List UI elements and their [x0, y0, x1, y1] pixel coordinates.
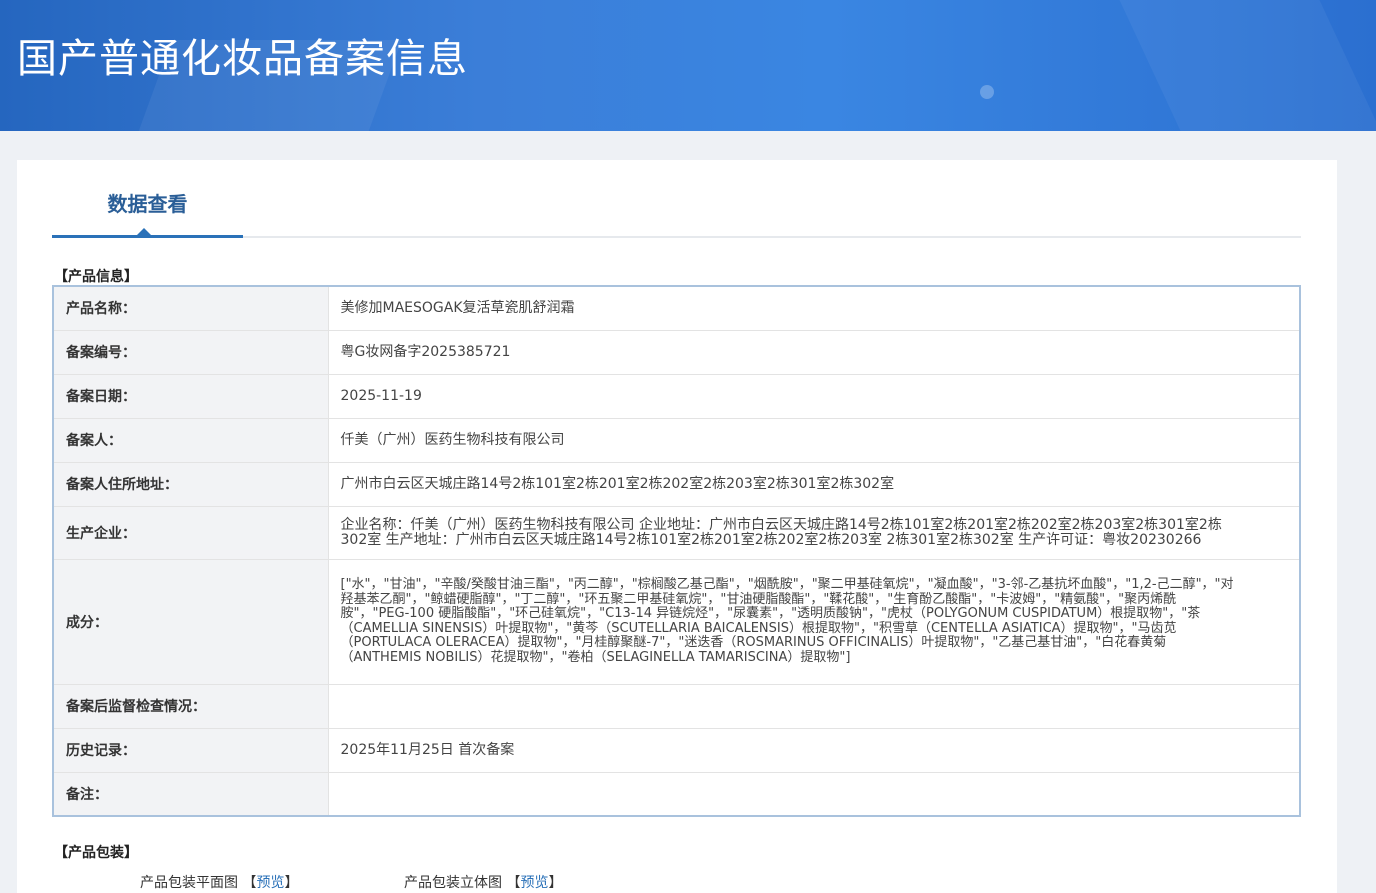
tab-data-view[interactable]: 数据查看: [52, 160, 243, 238]
field-value: 粤G妆网备字2025385721: [327, 329, 1301, 375]
field-label: 生产企业：: [52, 505, 329, 560]
table-row: 备案日期： 2025-11-19: [52, 373, 1301, 419]
package-flat-item: 产品包装平面图 【预览】: [140, 872, 298, 892]
field-label: 备注：: [52, 771, 329, 817]
table-row: 备注：: [52, 771, 1301, 817]
banner-decoration: [980, 85, 994, 99]
field-label: 备案后监督检查情况：: [52, 683, 329, 729]
package-solid-label: 产品包装立体图: [404, 875, 502, 891]
table-row: 备案编号： 粤G妆网备字2025385721: [52, 329, 1301, 375]
tab-bar: 数据查看: [52, 160, 1301, 238]
tab-caret-icon: [137, 228, 151, 235]
bracket-open: 【: [506, 875, 521, 891]
table-row: 备案后监督检查情况：: [52, 683, 1301, 729]
field-label: 成分：: [52, 558, 329, 685]
package-solid-item: 产品包装立体图 【预览】: [404, 872, 562, 892]
table-row: 成分： ["水"，"甘油"，"辛酸/癸酸甘油三酯"，"丙二醇"，"棕榈酸乙基己酯…: [52, 558, 1301, 685]
field-label: 备案人：: [52, 417, 329, 463]
field-value: ["水"，"甘油"，"辛酸/癸酸甘油三酯"，"丙二醇"，"棕榈酸乙基己酯"，"烟…: [327, 558, 1301, 685]
tab-label: 数据查看: [107, 192, 188, 216]
page-title: 国产普通化妆品备案信息: [17, 36, 468, 82]
table-row: 产品名称： 美修加MAESOGAK复活草瓷肌舒润霜: [52, 285, 1301, 331]
field-value: [327, 771, 1301, 817]
header-banner: 国产普通化妆品备案信息: [0, 0, 1376, 131]
field-label: 备案日期：: [52, 373, 329, 419]
field-value: 2025-11-19: [327, 373, 1301, 419]
bracket-open: 【: [242, 875, 257, 891]
table-row: 历史记录： 2025年11月25日 首次备案: [52, 727, 1301, 773]
product-info-table: 产品名称： 美修加MAESOGAK复活草瓷肌舒润霜 备案编号： 粤G妆网备字20…: [52, 285, 1301, 817]
bracket-close: 】: [548, 875, 563, 891]
package-flat-label: 产品包装平面图: [140, 875, 238, 891]
table-row: 备案人： 仟美（广州）医药生物科技有限公司: [52, 417, 1301, 463]
field-value: 仟美（广州）医药生物科技有限公司: [327, 417, 1301, 463]
field-label: 备案编号：: [52, 329, 329, 375]
field-value: [327, 683, 1301, 729]
table-row: 备案人住所地址： 广州市白云区天城庄路14号2栋101室2栋201室2栋202室…: [52, 461, 1301, 507]
preview-flat-link[interactable]: 预览: [256, 875, 284, 891]
content-card: 数据查看 【产品信息】 产品名称： 美修加MAESOGAK复活草瓷肌舒润霜 备案…: [17, 160, 1337, 893]
section-title-packaging: 【产品包装】: [54, 845, 138, 861]
field-value: 企业名称：仟美（广州）医药生物科技有限公司 企业地址：广州市白云区天城庄路14号…: [327, 505, 1301, 560]
field-label: 历史记录：: [52, 727, 329, 773]
bracket-close: 】: [284, 875, 299, 891]
field-label: 产品名称：: [52, 285, 329, 331]
table-row: 生产企业： 企业名称：仟美（广州）医药生物科技有限公司 企业地址：广州市白云区天…: [52, 505, 1301, 560]
banner-decoration: [1119, 0, 1376, 131]
preview-solid-link[interactable]: 预览: [520, 875, 548, 891]
field-label: 备案人住所地址：: [52, 461, 329, 507]
section-title-product-info: 【产品信息】: [54, 269, 138, 285]
field-value: 2025年11月25日 首次备案: [327, 727, 1301, 773]
field-value: 广州市白云区天城庄路14号2栋101室2栋201室2栋202室2栋203室2栋3…: [327, 461, 1301, 507]
field-value: 美修加MAESOGAK复活草瓷肌舒润霜: [327, 285, 1301, 331]
